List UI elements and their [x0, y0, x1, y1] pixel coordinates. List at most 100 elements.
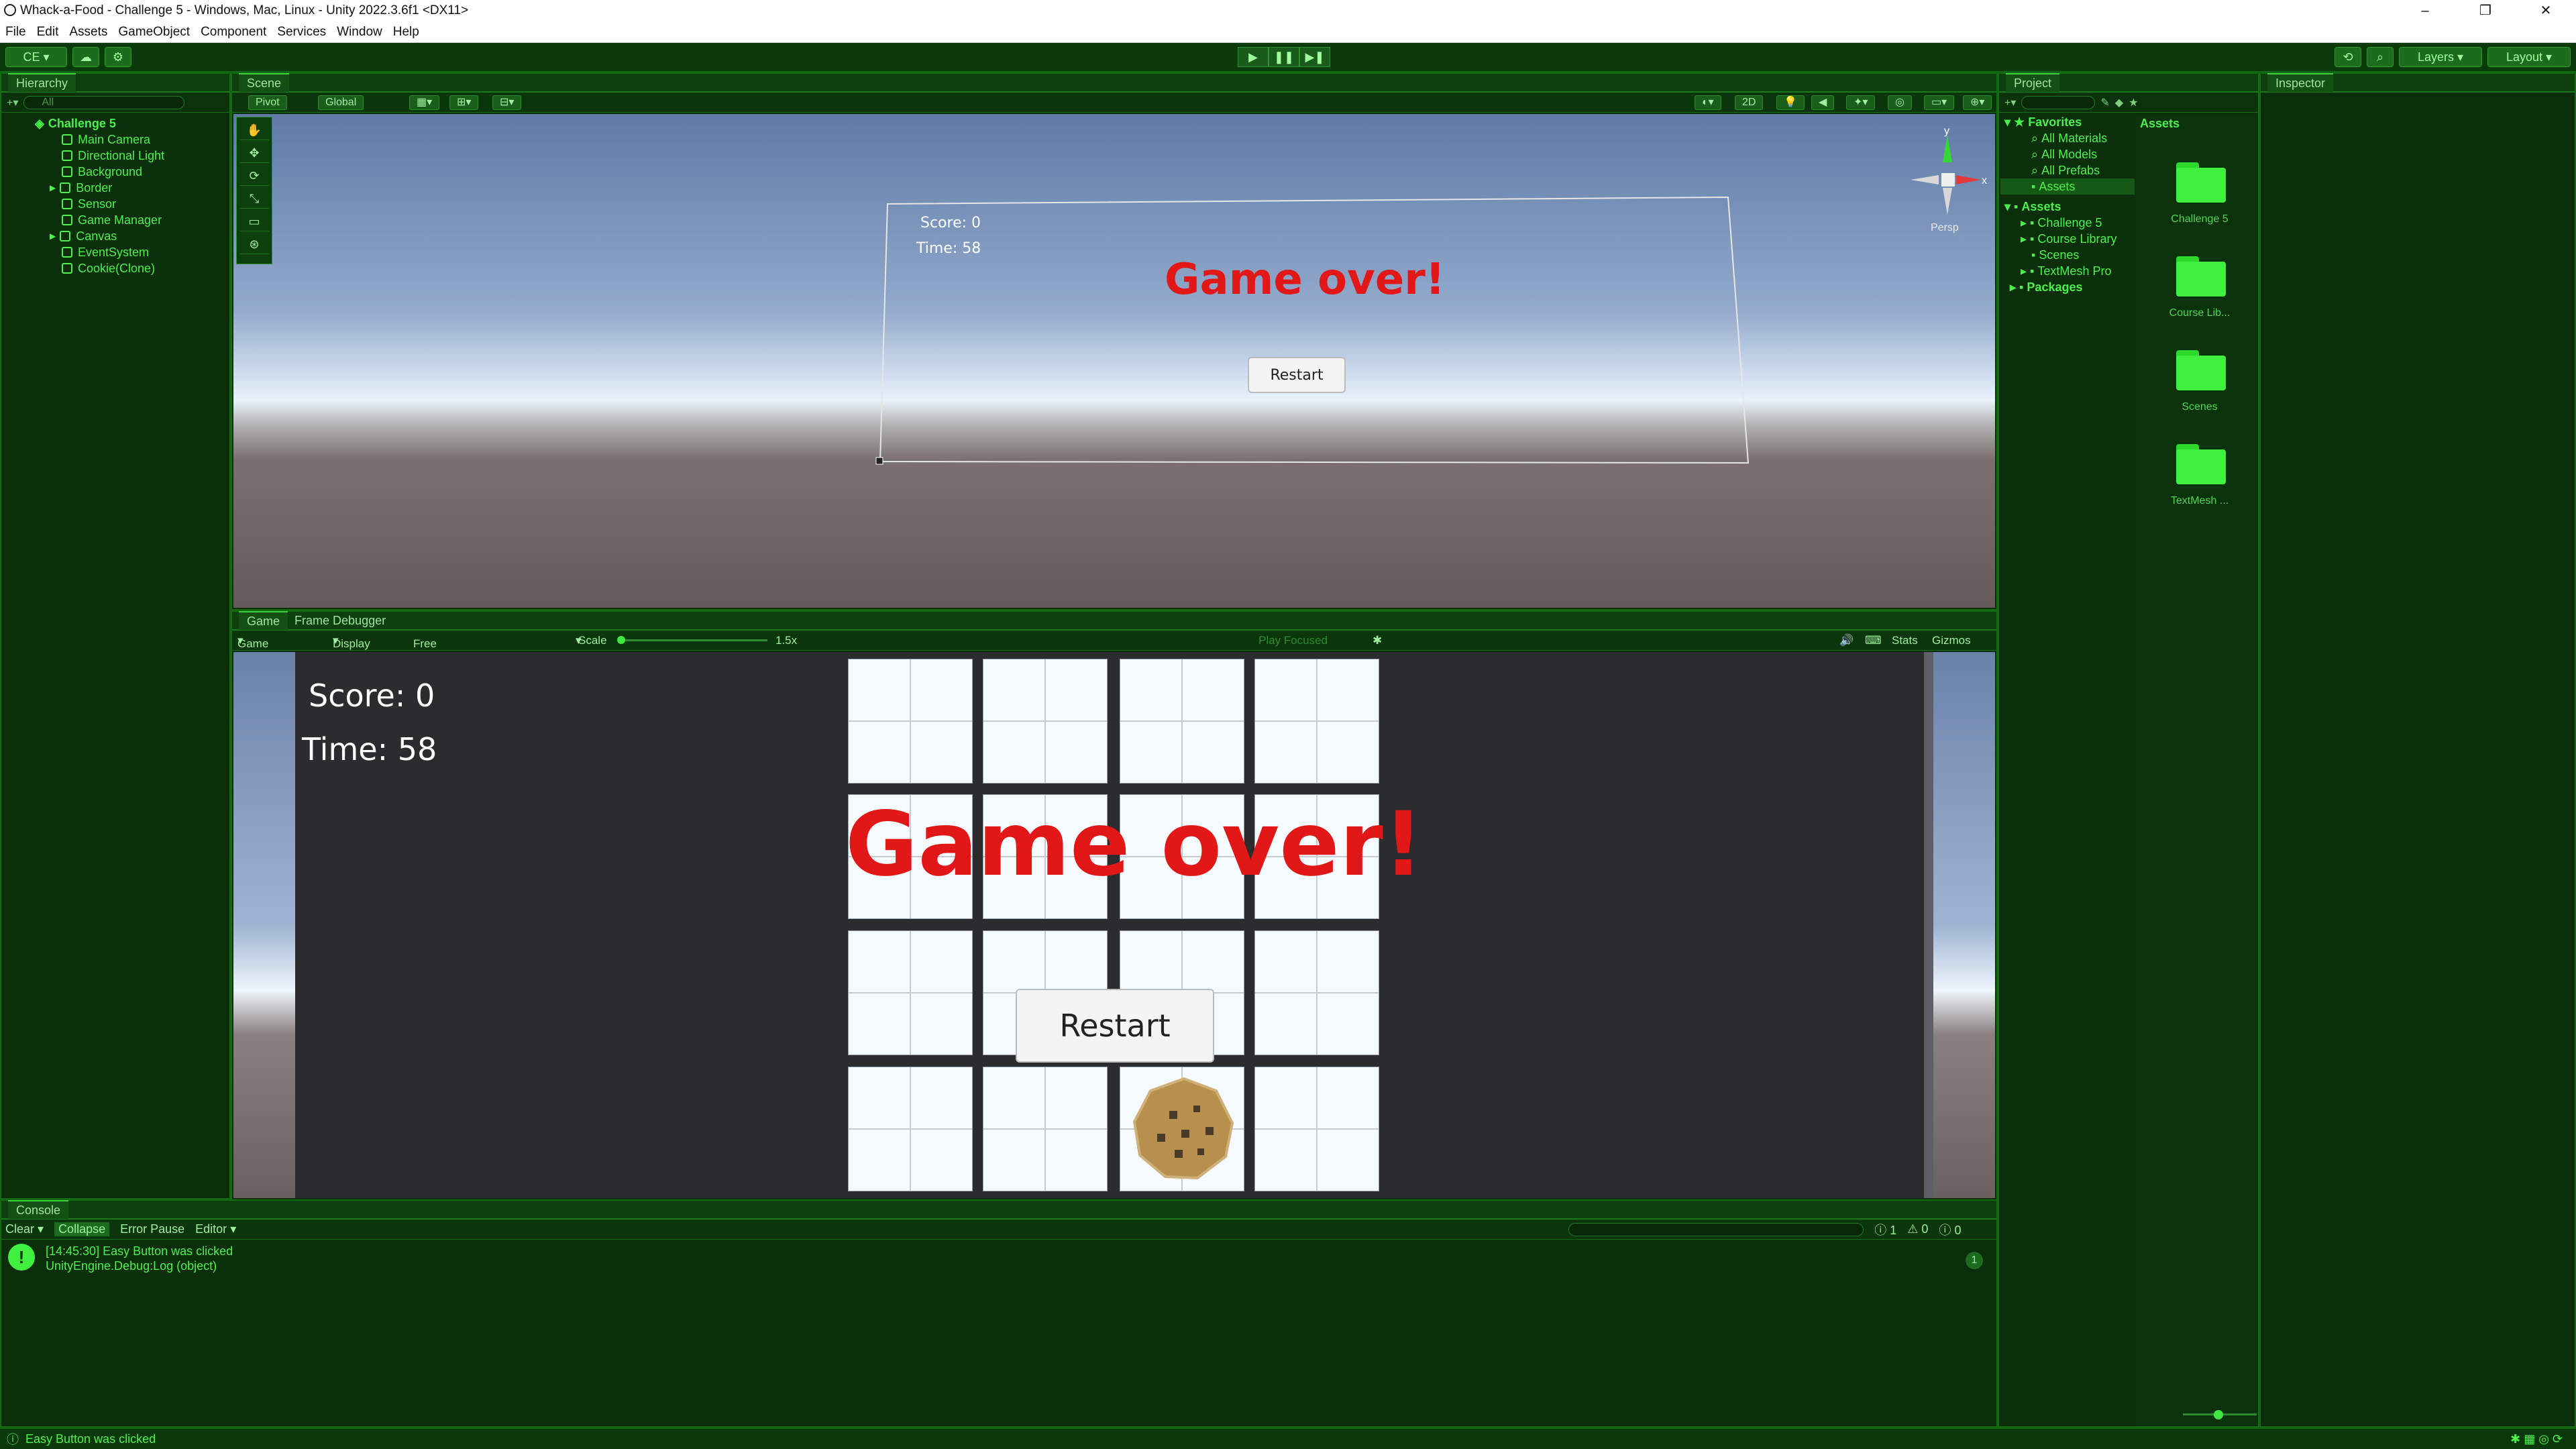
folder-textmesh-pro[interactable]: ▸ ▪ TextMesh Pro [2000, 263, 2135, 279]
restart-button[interactable]: Restart [1016, 989, 1214, 1063]
scale-slider[interactable] [620, 639, 767, 641]
menu-edit[interactable]: Edit [32, 25, 64, 40]
tab-scene[interactable]: Scene [239, 73, 290, 92]
scene-restart-button[interactable]: Restart [1248, 357, 1346, 393]
game-mode-dropdown[interactable]: Game ▾ [237, 634, 268, 650]
step-button[interactable]: ▶❚ [1299, 47, 1330, 67]
folder-challenge-5[interactable]: ▸ ▪ Challenge 5 [2000, 215, 2135, 231]
warning-count-toggle[interactable]: ⚠ 0 [1907, 1222, 1928, 1236]
close-button[interactable]: ✕ [2516, 0, 2576, 21]
editor-dropdown[interactable]: Editor ▾ [195, 1222, 236, 1236]
grid-snap-icon[interactable]: ▦▾ [409, 95, 440, 110]
layout-dropdown[interactable]: Layout ▾ [2487, 47, 2571, 67]
fav-all-materials[interactable]: ⌕ All Materials [2000, 130, 2135, 146]
camera-icon[interactable]: ▭▾ [1924, 95, 1955, 110]
lighting-icon[interactable]: 💡 [1776, 95, 1805, 110]
hierarchy-item-border[interactable]: ▶ Border [1, 180, 229, 196]
folder-course-library[interactable]: ▸ ▪ Course Library [2000, 231, 2135, 247]
add-icon[interactable]: +▾ [2004, 96, 2016, 109]
maximize-button[interactable]: ❐ [2455, 0, 2516, 21]
tab-hierarchy[interactable]: Hierarchy [8, 73, 76, 92]
scene-orientation-gizmo[interactable]: y x Persp [1904, 127, 1991, 235]
folder-icon[interactable] [2176, 256, 2226, 297]
icon-size-slider-handle[interactable] [2214, 1410, 2223, 1419]
layers-dropdown[interactable]: Layers ▾ [2399, 47, 2482, 67]
cloud-icon[interactable]: ☁ [72, 47, 99, 67]
menu-services[interactable]: Services [272, 25, 331, 40]
play-button[interactable]: ▶ [1238, 47, 1269, 67]
persp-label[interactable]: Persp [1931, 222, 1959, 233]
hierarchy-item-eventsystem[interactable]: EventSystem [1, 244, 229, 260]
game-viewport[interactable]: Score: 0 Time: 58 Game over! Restart [233, 652, 1995, 1198]
folder-scenes[interactable]: ▪ Scenes [2000, 247, 2135, 263]
pause-button[interactable]: ❚❚ [1269, 47, 1299, 67]
console-log-entry[interactable]: ! [14:45:30] Easy Button was clicked Uni… [1, 1240, 1996, 1277]
scene-viewport[interactable]: ✋ ✥ ⟳ ⤡ ▭ ⊛ Score: 0 Time: 58 Game over!… [233, 114, 1995, 608]
hierarchy-item-sensor[interactable]: Sensor [1, 196, 229, 212]
scene-root-item[interactable]: ◈ Challenge 5 [1, 115, 229, 131]
tab-console[interactable]: Console [8, 1200, 69, 1219]
menu-help[interactable]: Help [388, 25, 425, 40]
snap-increment-icon[interactable]: ⊞▾ [449, 95, 479, 110]
tab-game[interactable]: Game [239, 611, 288, 630]
project-search-input[interactable] [2021, 95, 2096, 109]
stats-button[interactable]: Stats [1892, 634, 1918, 647]
filter-icon[interactable]: ✎ [2100, 96, 2109, 109]
packages-root[interactable]: ▸ ▪ Packages [2000, 279, 2135, 295]
toggle-2d-button[interactable]: 2D [1735, 95, 1764, 110]
folder-icon[interactable] [2176, 162, 2226, 203]
menu-window[interactable]: Window [331, 25, 388, 40]
tab-frame-debugger[interactable]: Frame Debugger [294, 614, 386, 628]
play-focused-dropdown[interactable]: Play Focused [1258, 634, 1328, 647]
star-icon[interactable]: ★ [2129, 96, 2138, 109]
menu-file[interactable]: File [0, 25, 32, 40]
label-icon[interactable]: ◆ [2115, 96, 2123, 109]
display-dropdown[interactable]: Display 1 ▾ [333, 634, 370, 663]
cookie-icon[interactable] [1130, 1076, 1238, 1183]
shading-mode-icon[interactable]: ◐▾ [1695, 95, 1721, 110]
hierarchy-search-input[interactable]: All [23, 95, 185, 109]
hierarchy-item-canvas[interactable]: ▶ Canvas [1, 228, 229, 244]
pivot-dropdown[interactable]: Pivot [248, 95, 287, 110]
history-icon[interactable]: ⟲ [2334, 47, 2361, 67]
status-message[interactable]: Easy Button was clicked [25, 1432, 156, 1446]
folder-icon[interactable] [2176, 444, 2226, 484]
scale-slider-handle[interactable] [617, 636, 625, 644]
expand-arrow-icon[interactable]: ▶ [50, 183, 56, 193]
hierarchy-item-background[interactable]: Background [1, 164, 229, 180]
hidden-objects-icon[interactable]: ◎ [1888, 95, 1912, 110]
hierarchy-item-main-camera[interactable]: Main Camera [1, 131, 229, 148]
folder-icon[interactable] [2176, 350, 2226, 390]
hierarchy-item-cookie-clone[interactable]: Cookie(Clone) [1, 260, 229, 276]
hierarchy-item-directional-light[interactable]: Directional Light [1, 148, 229, 164]
status-icons[interactable]: ✱ ▦ ◎ ⟳ [2510, 1432, 2576, 1446]
gizmos-button[interactable]: Gizmos [1932, 634, 1971, 647]
tab-project[interactable]: Project [2006, 73, 2060, 92]
collab-icon[interactable]: ⚙ [105, 47, 131, 67]
bug-icon[interactable]: ✱ [1373, 634, 1382, 647]
error-pause-button[interactable]: Error Pause [120, 1222, 184, 1236]
account-dropdown[interactable]: CE ▾ [5, 47, 67, 67]
expand-arrow-icon[interactable]: ▶ [50, 231, 56, 241]
fav-all-models[interactable]: ⌕ All Models [2000, 146, 2135, 162]
gizmos-icon[interactable]: ⊕▾ [1963, 95, 1992, 110]
hierarchy-item-game-manager[interactable]: Game Manager [1, 212, 229, 228]
effects-icon[interactable]: ✦▾ [1846, 95, 1876, 110]
audio-icon[interactable]: ◀ [1811, 95, 1835, 110]
collapse-button[interactable]: Collapse [54, 1222, 110, 1236]
favorites-header[interactable]: ▾ ★ Favorites [2000, 114, 2135, 130]
keyboard-icon[interactable]: ⌨ [1865, 634, 1882, 647]
fav-assets[interactable]: ▪ Assets [2000, 178, 2135, 195]
mute-audio-icon[interactable]: 🔊 [1839, 634, 1854, 647]
minimize-button[interactable]: – [2395, 0, 2455, 21]
info-count-toggle[interactable]: ⓘ 1 [1874, 1221, 1896, 1238]
menu-component[interactable]: Component [195, 25, 272, 40]
add-icon[interactable]: +▾ [7, 96, 18, 109]
global-dropdown[interactable]: Global [318, 95, 364, 110]
error-count-toggle[interactable]: ⓘ 0 [1939, 1221, 1961, 1238]
menu-gameobject[interactable]: GameObject [113, 25, 195, 40]
console-search-input[interactable] [1568, 1222, 1864, 1236]
tab-inspector[interactable]: Inspector [2267, 73, 2334, 92]
search-icon[interactable]: ⌕ [2367, 47, 2394, 67]
align-icon[interactable]: ⊟▾ [492, 95, 522, 110]
